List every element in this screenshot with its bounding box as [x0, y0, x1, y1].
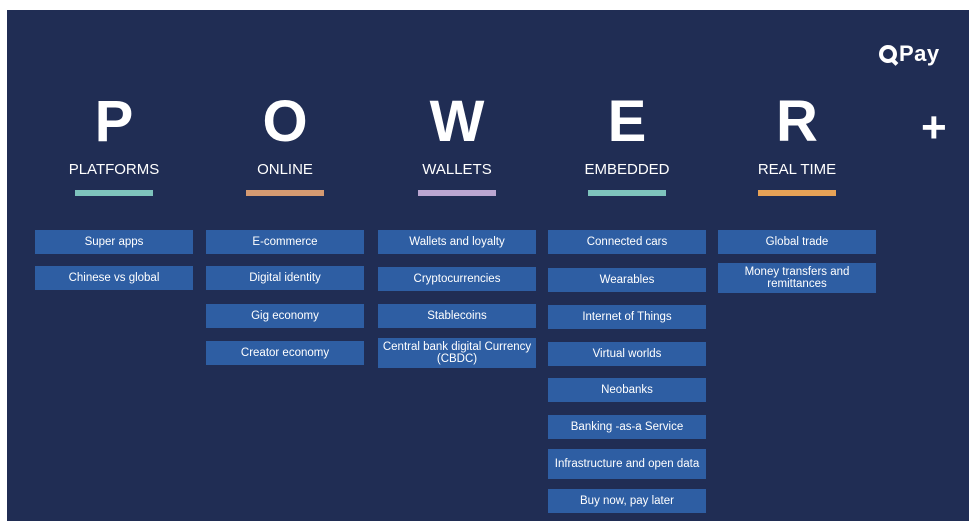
item-box: Infrastructure and open data: [548, 449, 706, 479]
brand-name: Pay: [899, 41, 940, 66]
item-box: Global trade: [718, 230, 876, 254]
item-box: Internet of Things: [548, 305, 706, 329]
column-letter: W: [429, 89, 485, 154]
column-letter: O: [262, 89, 308, 154]
item-box: Connected cars: [548, 230, 706, 254]
column-letter: P: [94, 89, 134, 154]
column-title: WALLETS: [422, 161, 492, 178]
plus-sign: +: [921, 103, 947, 152]
column-title: ONLINE: [257, 161, 313, 178]
column-letter: R: [776, 89, 818, 154]
accent-bar: [588, 190, 666, 196]
accent-bar: [246, 190, 324, 196]
item-box: Cryptocurrencies: [378, 267, 536, 291]
item-box: Super apps: [35, 230, 193, 254]
item-box: Stablecoins: [378, 304, 536, 328]
accent-bar: [758, 190, 836, 196]
item-box: Gig economy: [206, 304, 364, 328]
column-title: PLATFORMS: [68, 161, 160, 178]
slide: Pay + P PLATFORMS Super apps Chinese vs …: [7, 10, 969, 521]
item-box: Wallets and loyalty: [378, 230, 536, 254]
item-box: Virtual worlds: [548, 342, 706, 366]
item-box: Creator economy: [206, 341, 364, 365]
column-letter: E: [607, 89, 647, 154]
column-title: REAL TIME: [757, 161, 837, 178]
item-box: Wearables: [548, 268, 706, 292]
item-box: Buy now, pay later: [548, 489, 706, 513]
item-box: Digital identity: [206, 266, 364, 290]
item-box: Money transfers and remittances: [718, 263, 876, 293]
item-box: Banking -as-a Service: [548, 415, 706, 439]
brand-logo: Pay: [879, 41, 940, 67]
item-box: E-commerce: [206, 230, 364, 254]
item-box: Central bank digital Currency (CBDC): [378, 338, 536, 368]
q-logo-icon: [879, 45, 897, 63]
accent-bar: [75, 190, 153, 196]
accent-bar: [418, 190, 496, 196]
column-title: EMBEDDED: [584, 161, 670, 178]
item-box: Neobanks: [548, 378, 706, 402]
item-box: Chinese vs global: [35, 266, 193, 290]
